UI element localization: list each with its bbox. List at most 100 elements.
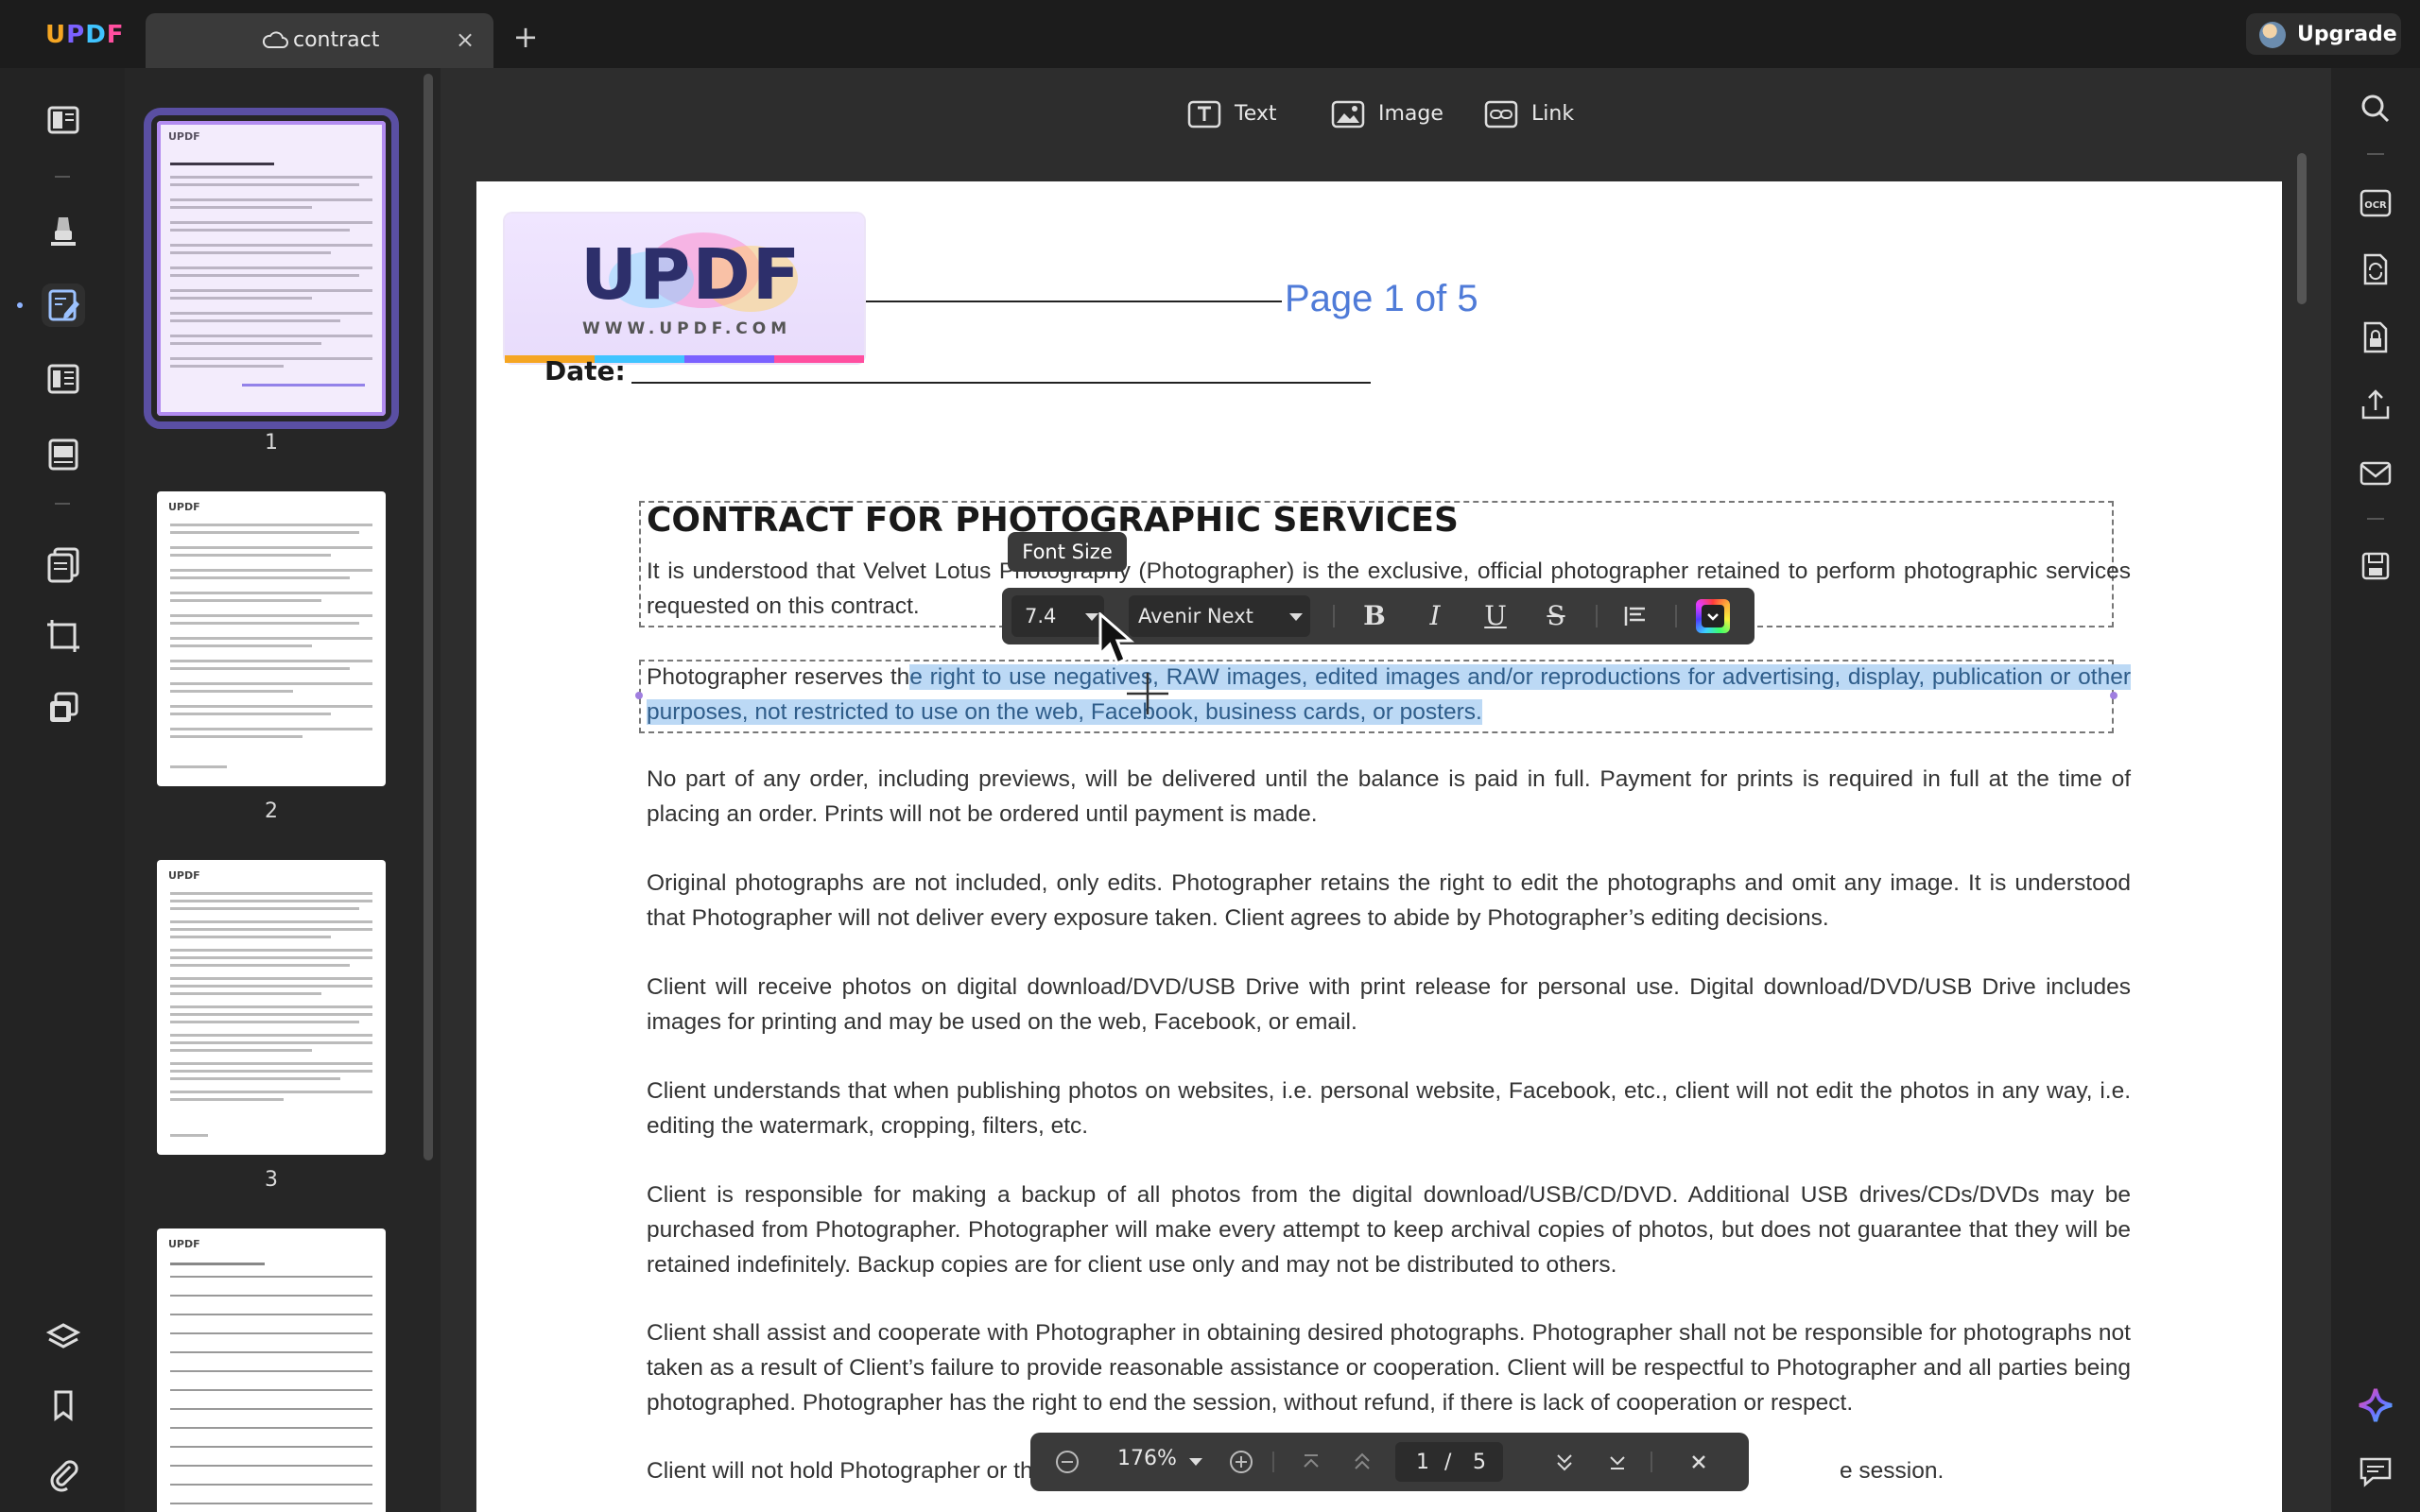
chevron-down-icon [1289,613,1303,621]
paragraph-2[interactable]: Photographer reserves the right to use n… [647,660,2131,730]
paragraph-5[interactable]: Client will receive photos on digital do… [647,970,2131,1040]
paragraph-6[interactable]: Client understands that when publishing … [647,1074,2131,1143]
align-left-icon [1615,595,1656,637]
thumbnail-panel: UPDF 1 UPDF [125,68,441,1512]
comment-highlighter-icon[interactable] [42,210,85,253]
new-tab-button[interactable]: + [512,25,539,51]
ai-assistant-icon[interactable] [2356,1385,2395,1425]
paragraph-3[interactable]: No part of any order, including previews… [647,762,2131,832]
image-icon [1331,100,1365,129]
last-page-icon[interactable] [1603,1448,1632,1476]
strikethrough-button[interactable]: S [1535,595,1577,637]
zoom-out-icon[interactable] [1053,1448,1081,1476]
upgrade-label: Upgrade [2297,23,2397,46]
share-icon[interactable] [2356,386,2395,425]
thumbnail-selection-frame [157,121,386,416]
underline-button[interactable]: U [1475,595,1516,637]
next-page-icon[interactable] [1550,1448,1579,1476]
add-image-button[interactable]: Image [1331,93,1454,136]
thumbnail-number: 3 [157,1168,386,1192]
add-text-button[interactable]: Text [1187,93,1291,136]
edit-pdf-icon[interactable] [42,284,85,327]
fill-sign-icon[interactable] [42,433,85,476]
add-link-button[interactable]: Link [1484,93,1588,136]
date-label: Date: [544,355,626,387]
font-family-select[interactable]: Avenir Next [1129,595,1310,637]
rail-divider [55,176,70,178]
tab-title: contract [293,28,379,52]
page-navigator: 176% 1 / 5 [1030,1433,1749,1491]
form-icon[interactable] [42,357,85,401]
email-icon[interactable] [2356,454,2395,493]
active-indicator [17,302,23,308]
thumbnail-scrollbar[interactable] [424,74,433,1160]
thumbnail-number: 1 [157,431,386,455]
align-left-button[interactable] [1615,595,1656,637]
save-icon[interactable] [2356,546,2395,586]
updf-watermark-stamp[interactable]: UPDF WWW.UPDF.COM [505,214,864,363]
zoom-in-icon[interactable] [1227,1448,1255,1476]
attachment-icon[interactable] [42,1452,85,1495]
first-page-icon[interactable] [1297,1448,1325,1476]
page-thumbnail-3[interactable]: UPDF [157,860,386,1155]
resize-handle-left[interactable] [635,692,643,699]
app-window: UPDF contract × + Upgrade [0,0,2420,1512]
bold-button[interactable]: B [1354,595,1395,637]
previous-page-icon[interactable] [1348,1448,1376,1476]
ocr-icon[interactable]: OCR [2356,183,2395,223]
font-size-tooltip: Font Size [1008,532,1127,572]
edit-toolbar: Text Image Link [441,68,2331,163]
paragraph-8[interactable]: Client shall assist and cooperate with P… [647,1315,2131,1420]
page-thumbnail-4[interactable]: UPDF [157,1228,386,1512]
avatar [2259,22,2286,48]
document-tab[interactable]: contract × [146,13,493,68]
document-scrollbar[interactable] [2297,153,2307,304]
nav-divider [1272,1452,1274,1472]
thumbnail-number: 2 [157,799,386,823]
font-size-select[interactable]: 7.4 [1011,595,1104,637]
toolbar-divider [1333,605,1335,627]
reader-mode-icon[interactable] [42,98,85,142]
italic-button[interactable]: I [1414,595,1456,637]
page-number-field[interactable]: 1 / 5 [1395,1442,1503,1482]
organize-pages-icon[interactable] [42,542,85,586]
search-icon[interactable] [2356,89,2395,129]
paragraph-7[interactable]: Client is responsible for making a backu… [647,1177,2131,1282]
page-tools-icon[interactable] [42,686,85,730]
mouse-pointer-icon [1097,612,1134,667]
upgrade-button[interactable]: Upgrade [2246,13,2401,55]
rail-divider [55,503,70,505]
rail-divider [2367,153,2384,155]
convert-icon[interactable] [2356,249,2395,289]
protect-icon[interactable] [2356,318,2395,357]
chevron-down-icon[interactable] [1189,1458,1202,1466]
crop-pages-icon[interactable] [42,614,85,658]
page-thumbnail-2[interactable]: UPDF [157,491,386,786]
paragraph-4[interactable]: Original photographs are not included, o… [647,866,2131,936]
comment-list-icon[interactable] [2356,1452,2395,1491]
updf-logo[interactable]: UPDF [45,21,125,49]
page-indicator-text: Page 1 of 5 [1285,278,1478,320]
stamp-url-text: WWW.UPDF.COM [582,319,791,338]
header-line [866,301,1282,302]
toolbar-divider [1596,605,1598,627]
layers-icon[interactable] [42,1315,85,1359]
rail-divider [2367,518,2384,520]
zoom-level[interactable]: 176% [1117,1447,1177,1470]
chevron-down-icon [1702,605,1724,627]
nav-divider [1651,1452,1652,1472]
text-color-picker[interactable] [1696,599,1730,633]
close-tab-icon[interactable]: × [454,28,476,51]
stamp-logo-text: UPDF [580,234,802,316]
toolbar-divider [1675,605,1677,627]
pdf-page: UPDF WWW.UPDF.COM Page 1 of 5 Date: CONT… [476,181,2282,1512]
date-line [631,382,1371,384]
close-icon[interactable] [1685,1448,1713,1476]
bookmark-icon[interactable] [42,1383,85,1427]
text-icon [1187,100,1221,129]
left-tool-rail [0,68,125,1512]
cloud-icon [261,28,289,51]
title-bar: UPDF contract × + Upgrade [0,0,2420,68]
page-thumbnail-1[interactable]: UPDF [157,121,386,416]
crosshair-cursor-icon [1127,673,1168,714]
